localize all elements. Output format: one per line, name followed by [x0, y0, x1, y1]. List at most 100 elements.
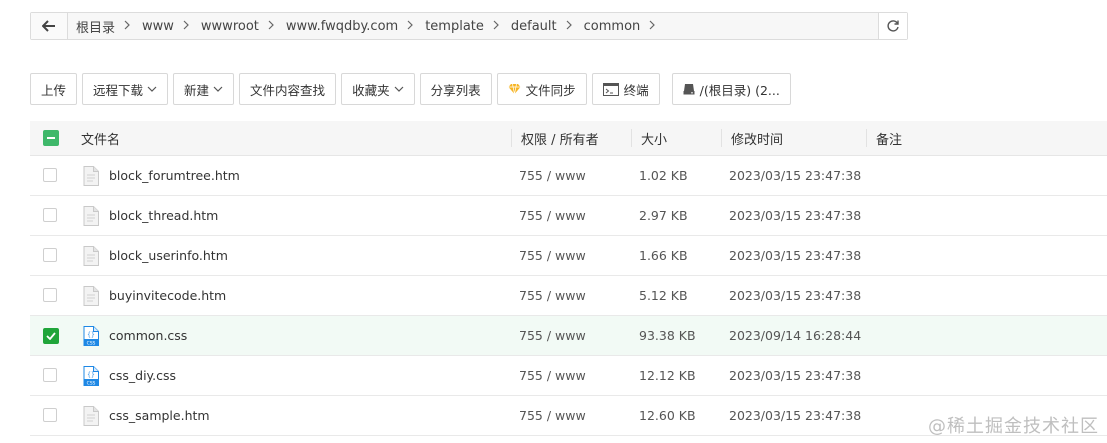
chevron-right-icon	[493, 19, 499, 33]
refresh-button[interactable]	[878, 13, 907, 39]
file-size: 5.12 KB	[639, 288, 688, 303]
file-mtime: 2023/03/15 23:47:38	[729, 368, 862, 383]
row-checkbox[interactable]	[43, 367, 57, 382]
file-mtime: 2023/03/15 23:47:38	[729, 208, 862, 223]
chevron-down-icon	[147, 86, 157, 92]
breadcrumb-label: common	[583, 18, 641, 34]
file-permission[interactable]: 755 / www	[519, 316, 586, 355]
file-icon	[83, 236, 99, 275]
svg-text:CSS: CSS	[87, 340, 96, 346]
table-row[interactable]: block_thread.htm 755 / www 2.97 KB 2023/03/…	[30, 196, 1107, 236]
file-name[interactable]: block_userinfo.htm	[109, 236, 228, 275]
table-row[interactable]: block_forumtree.htm 755 / www 1.02 KB 2023/…	[30, 156, 1107, 196]
breadcrumb-item[interactable]: www	[142, 19, 201, 34]
watermark: @稀土掘金技术社区	[928, 416, 1099, 437]
file-icon	[83, 156, 99, 195]
file-name[interactable]: block_thread.htm	[109, 196, 218, 235]
file-sync-button[interactable]: 文件同步	[496, 73, 587, 105]
chevron-right-icon	[407, 19, 414, 33]
file-size: 1.66 KB	[639, 248, 688, 263]
row-checkbox[interactable]	[43, 207, 57, 222]
file-mtime: 2023/09/14 16:28:44	[729, 328, 862, 343]
breadcrumb-label: default	[510, 18, 557, 34]
css-file-icon: {} CSS	[83, 316, 99, 355]
terminal-button[interactable]: 终端	[591, 73, 660, 105]
file-permission[interactable]: 755 / www	[519, 276, 586, 315]
favorites-button[interactable]: 收藏夹	[341, 73, 415, 105]
breadcrumb-label: wwwroot	[200, 18, 259, 34]
table-header: 文件名 权限 / 所有者 大小 修改时间 备注	[30, 121, 1107, 156]
breadcrumb-item[interactable]: wwwroot	[201, 19, 286, 34]
search-content-button[interactable]: 文件内容查找	[239, 73, 337, 105]
table-row[interactable]: {} CSS common.css 755 / www 93.38 KB 2023/09/…	[30, 316, 1107, 356]
svg-text:CSS: CSS	[87, 380, 96, 386]
file-permission[interactable]: 755 / www	[519, 356, 586, 395]
row-checkbox[interactable]	[43, 327, 59, 344]
breadcrumb-item[interactable]: www.fwqdby.com	[286, 19, 425, 34]
chevron-down-icon	[394, 86, 404, 92]
file-size: 1.02 KB	[639, 168, 688, 183]
css-file-icon: {} CSS	[83, 356, 99, 395]
breadcrumb-label: template	[425, 18, 484, 34]
file-name[interactable]: css_diy.css	[109, 356, 176, 395]
file-table: 文件名 权限 / 所有者 大小 修改时间 备注 block_forumtree.…	[30, 121, 1107, 436]
header-filename[interactable]: 文件名	[81, 121, 120, 155]
breadcrumb-item[interactable]: 根目录	[76, 17, 142, 36]
row-checkbox[interactable]	[43, 247, 57, 262]
file-icon	[83, 276, 99, 315]
file-name[interactable]: css_sample.htm	[109, 396, 210, 435]
breadcrumb-item[interactable]: default	[511, 19, 584, 34]
table-body: block_forumtree.htm 755 / www 1.02 KB 2023/…	[30, 156, 1107, 436]
file-permission[interactable]: 755 / www	[519, 236, 586, 275]
file-size: 93.38 KB	[639, 328, 696, 343]
chevron-down-icon	[213, 86, 223, 92]
file-name[interactable]: block_forumtree.htm	[109, 156, 240, 195]
upload-button[interactable]: 上传	[30, 73, 78, 105]
table-row[interactable]: {} CSS css_diy.css 755 / www 12.12 KB 2023/03…	[30, 356, 1107, 396]
file-size: 2.97 KB	[639, 208, 688, 223]
file-mtime: 2023/03/15 23:47:38	[729, 408, 862, 423]
chevron-right-icon	[649, 19, 656, 33]
file-permission[interactable]: 755 / www	[519, 196, 586, 235]
table-row[interactable]: block_userinfo.htm 755 / www 1.66 KB 2023/0…	[30, 236, 1107, 276]
file-mtime: 2023/03/15 23:47:38	[729, 288, 862, 303]
path-bar: 根目录 www wwwroot www.fwqdby.com template defau…	[30, 12, 908, 40]
file-name[interactable]: common.css	[109, 316, 187, 355]
chevron-right-icon	[183, 19, 189, 33]
row-checkbox[interactable]	[43, 407, 57, 422]
chevron-right-icon	[268, 19, 274, 33]
breadcrumb-item[interactable]: common	[584, 19, 668, 34]
header-permission[interactable]: 权限 / 所有者	[521, 121, 599, 155]
file-permission[interactable]: 755 / www	[519, 396, 586, 435]
minus-icon	[47, 137, 55, 139]
disk-button[interactable]: /(根目录) (2...	[671, 73, 791, 105]
arrow-left-icon	[42, 20, 55, 32]
file-toolbar: 上传 远程下载 新建 文件内容查找 收藏夹 分享列表 文件同步 终端 /(根目录…	[30, 73, 796, 105]
column-divider	[866, 129, 867, 147]
terminal-icon	[602, 82, 619, 96]
file-icon	[83, 196, 99, 235]
svg-text:{}: {}	[87, 331, 95, 338]
header-mtime[interactable]: 修改时间	[731, 121, 783, 155]
diamond-icon	[508, 83, 521, 95]
file-mtime: 2023/03/15 23:47:38	[729, 248, 862, 263]
breadcrumb-label: www.fwqdby.com	[285, 18, 399, 34]
row-checkbox[interactable]	[43, 287, 57, 302]
new-button[interactable]: 新建	[173, 73, 235, 105]
table-row[interactable]: buyinvitecode.htm 755 / www 5.12 KB 2023/03…	[30, 276, 1107, 316]
file-icon	[83, 396, 99, 435]
file-permission[interactable]: 755 / www	[519, 156, 586, 195]
refresh-icon	[887, 20, 899, 32]
select-all-checkbox[interactable]	[43, 130, 59, 146]
back-button[interactable]	[31, 13, 68, 39]
header-size[interactable]: 大小	[641, 121, 667, 155]
file-name[interactable]: buyinvitecode.htm	[109, 276, 226, 315]
header-note: 备注	[876, 132, 903, 148]
column-divider	[631, 129, 632, 147]
remote-download-button[interactable]: 远程下载	[82, 73, 169, 105]
row-checkbox[interactable]	[43, 167, 57, 182]
chevron-right-icon	[124, 19, 130, 33]
breadcrumb: 根目录 www wwwroot www.fwqdby.com template defau…	[68, 13, 878, 39]
breadcrumb-item[interactable]: template	[425, 19, 511, 34]
share-list-button[interactable]: 分享列表	[419, 73, 492, 105]
